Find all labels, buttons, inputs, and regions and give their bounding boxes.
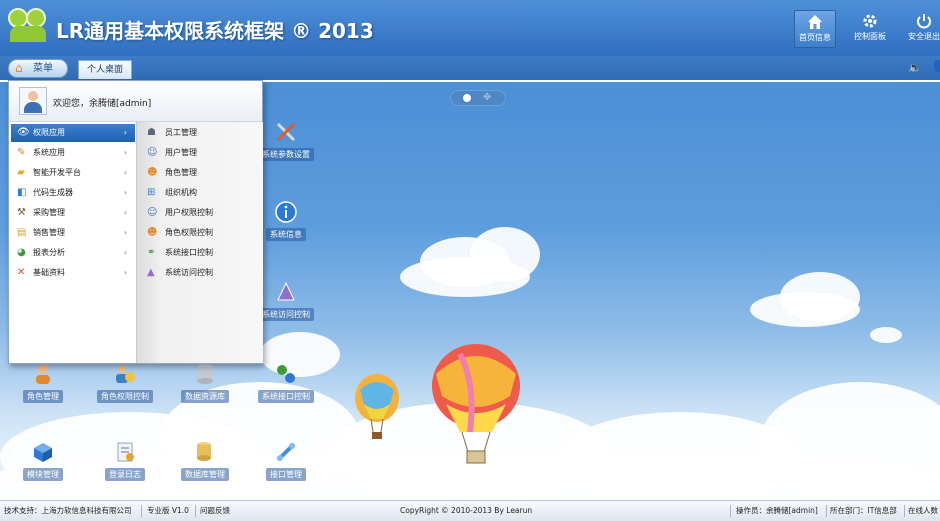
gear-icon — [861, 12, 879, 30]
chevron-right-icon: › — [123, 268, 127, 277]
operator-text: 操作员：余腾储[admin] — [736, 506, 818, 515]
start-menu-header: 欢迎您，余腾储[admin] — [9, 81, 262, 122]
chevron-right-icon: › — [123, 168, 127, 177]
submenu-interface-control[interactable]: ⚭ 系统接口控制 — [143, 244, 259, 262]
control-panel-button[interactable]: 控制面板 — [850, 10, 890, 46]
cart-icon: ⚒ — [17, 207, 26, 218]
tab-personal-desktop[interactable]: 个人桌面 — [78, 60, 132, 79]
menu-category-basic-data[interactable]: ✕ 基础资料 › — [11, 264, 135, 282]
desktop-icon-api-management[interactable]: 接口管理 — [246, 440, 326, 481]
desktop-icon-module-management[interactable]: 模块管理 — [3, 440, 83, 481]
folder-icon: ▰ — [17, 167, 25, 178]
edition-text: 专业版 V1.0 — [147, 506, 189, 515]
tab-bar: ⌂ 菜单 个人桌面 — [0, 56, 940, 82]
eye-icon: 👁 — [17, 127, 30, 138]
info-icon — [274, 200, 298, 224]
chevron-right-icon: › — [123, 208, 127, 217]
staff-icon: ☗ — [147, 127, 156, 138]
wrench-screwdriver-icon — [274, 120, 298, 144]
code-icon: ◧ — [17, 187, 27, 198]
role-permission-icon — [113, 362, 137, 386]
submenu-role-management[interactable]: ☻ 角色管理 — [143, 164, 259, 182]
chevron-right-icon: › — [123, 128, 127, 137]
role-permission-icon: ☻ — [147, 227, 158, 238]
menu-category-reports[interactable]: ◕ 报表分析 › — [11, 244, 135, 262]
role-icon — [31, 362, 55, 386]
tools-icon: ✕ — [17, 267, 26, 278]
money-icon: ▤ — [17, 227, 27, 238]
desktop-icon-interface-control[interactable]: 系统接口控制 — [246, 362, 326, 403]
house-icon: ⌂ — [15, 61, 23, 75]
welcome-text: 欢迎您，余腾储[admin] — [53, 99, 152, 109]
start-menu-button[interactable]: ⌂ 菜单 — [8, 59, 68, 78]
app-title: LR通用基本权限系统框架 ® 2013 — [56, 19, 374, 43]
desktop-icon-login-log[interactable]: 登录日志 — [85, 440, 165, 481]
menu-category-permission[interactable]: 👁 权限应用 › — [11, 124, 135, 142]
category-list: 👁 权限应用 › ✎ 系统应用 › ▰ 智能开发平台 › ◧ 代码生成器 › ⚒… — [9, 122, 136, 363]
copyright-text: CopyRight © 2010-2013 By Learun — [400, 506, 533, 515]
submenu-user-permission[interactable]: ☺ 用户权限控制 — [143, 204, 259, 222]
db-manage-icon — [193, 440, 217, 464]
chevron-right-icon: › — [123, 148, 127, 157]
submenu-access-control[interactable]: ▲ 系统访问控制 — [143, 264, 259, 282]
menu-category-system[interactable]: ✎ 系统应用 › — [11, 144, 135, 162]
submenu-list: ☗ 员工管理 ☺ 用户管理 ☻ 角色管理 ⊞ 组织机构 ☺ 用户权限控制 ☻ 角… — [136, 122, 263, 363]
submenu-organization[interactable]: ⊞ 组织机构 — [143, 184, 259, 202]
interface-icon — [274, 362, 298, 386]
interface-icon: ⚭ — [147, 247, 156, 258]
start-menu-panel: 欢迎您，余腾储[admin] 👁 权限应用 › ✎ 系统应用 › ▰ 智能开发平… — [8, 80, 263, 364]
small-balloon — [355, 374, 399, 439]
page-dot-move[interactable]: ✥ — [483, 93, 491, 103]
api-icon — [274, 440, 298, 464]
chevron-right-icon: › — [123, 188, 127, 197]
power-icon — [915, 12, 933, 30]
desktop-icon-role-management[interactable]: 角色管理 — [3, 362, 83, 403]
role-icon: ☻ — [147, 167, 158, 178]
home-icon — [806, 13, 824, 31]
access-control-icon — [274, 280, 298, 304]
menu-category-purchase[interactable]: ⚒ 采购管理 › — [11, 204, 135, 222]
support-text: 技术支持：上海力软信息科技有限公司 — [4, 506, 132, 515]
chart-icon: ◕ — [17, 247, 26, 258]
database-icon — [193, 362, 217, 386]
org-icon: ⊞ — [147, 187, 156, 198]
feedback-link[interactable]: 问题反馈 — [200, 501, 230, 521]
speaker-icon[interactable]: 🔈 — [908, 61, 922, 74]
user-permission-icon: ☺ — [147, 207, 158, 218]
access-icon: ▲ — [147, 267, 155, 278]
desktop-icon-role-permission[interactable]: 角色权限控制 — [85, 362, 165, 403]
chevron-right-icon: › — [123, 228, 127, 237]
online-count-text: 在线人数 — [908, 506, 938, 515]
log-icon — [113, 440, 137, 464]
submenu-staff-management[interactable]: ☗ 员工管理 — [143, 124, 259, 142]
pencil-icon: ✎ — [17, 147, 26, 158]
user-icon: ☺ — [147, 147, 158, 158]
chevron-right-icon: › — [123, 248, 127, 257]
desktop-pager[interactable]: ✥ — [450, 90, 506, 106]
page-dot-active[interactable] — [463, 94, 471, 102]
large-balloon — [432, 344, 520, 464]
submenu-role-permission[interactable]: ☻ 角色权限控制 — [143, 224, 259, 242]
logout-button[interactable]: 安全退出 — [904, 10, 940, 46]
menu-category-sales[interactable]: ▤ 销售管理 › — [11, 224, 135, 242]
menu-category-dev-platform[interactable]: ▰ 智能开发平台 › — [11, 164, 135, 182]
desktop-icon-database-management[interactable]: 数据库管理 — [165, 440, 245, 481]
department-text: 所在部门：IT信息部 — [830, 506, 897, 515]
app-header: LR通用基本权限系统框架 ® 2013 首页信息 控制面板 安全退出 — [0, 0, 940, 56]
status-bar: 技术支持：上海力软信息科技有限公司 专业版 V1.0 问题反馈 CopyRigh… — [0, 500, 940, 521]
home-info-button[interactable]: 首页信息 — [794, 10, 836, 48]
avatar — [19, 87, 47, 115]
desktop-icon-data-resource[interactable]: 数据资源库 — [165, 362, 245, 403]
menu-category-code-generator[interactable]: ◧ 代码生成器 › — [11, 184, 135, 202]
logo — [8, 8, 50, 44]
submenu-user-management[interactable]: ☺ 用户管理 — [143, 144, 259, 162]
scroll-indicator[interactable] — [934, 60, 940, 72]
module-icon — [31, 440, 55, 464]
